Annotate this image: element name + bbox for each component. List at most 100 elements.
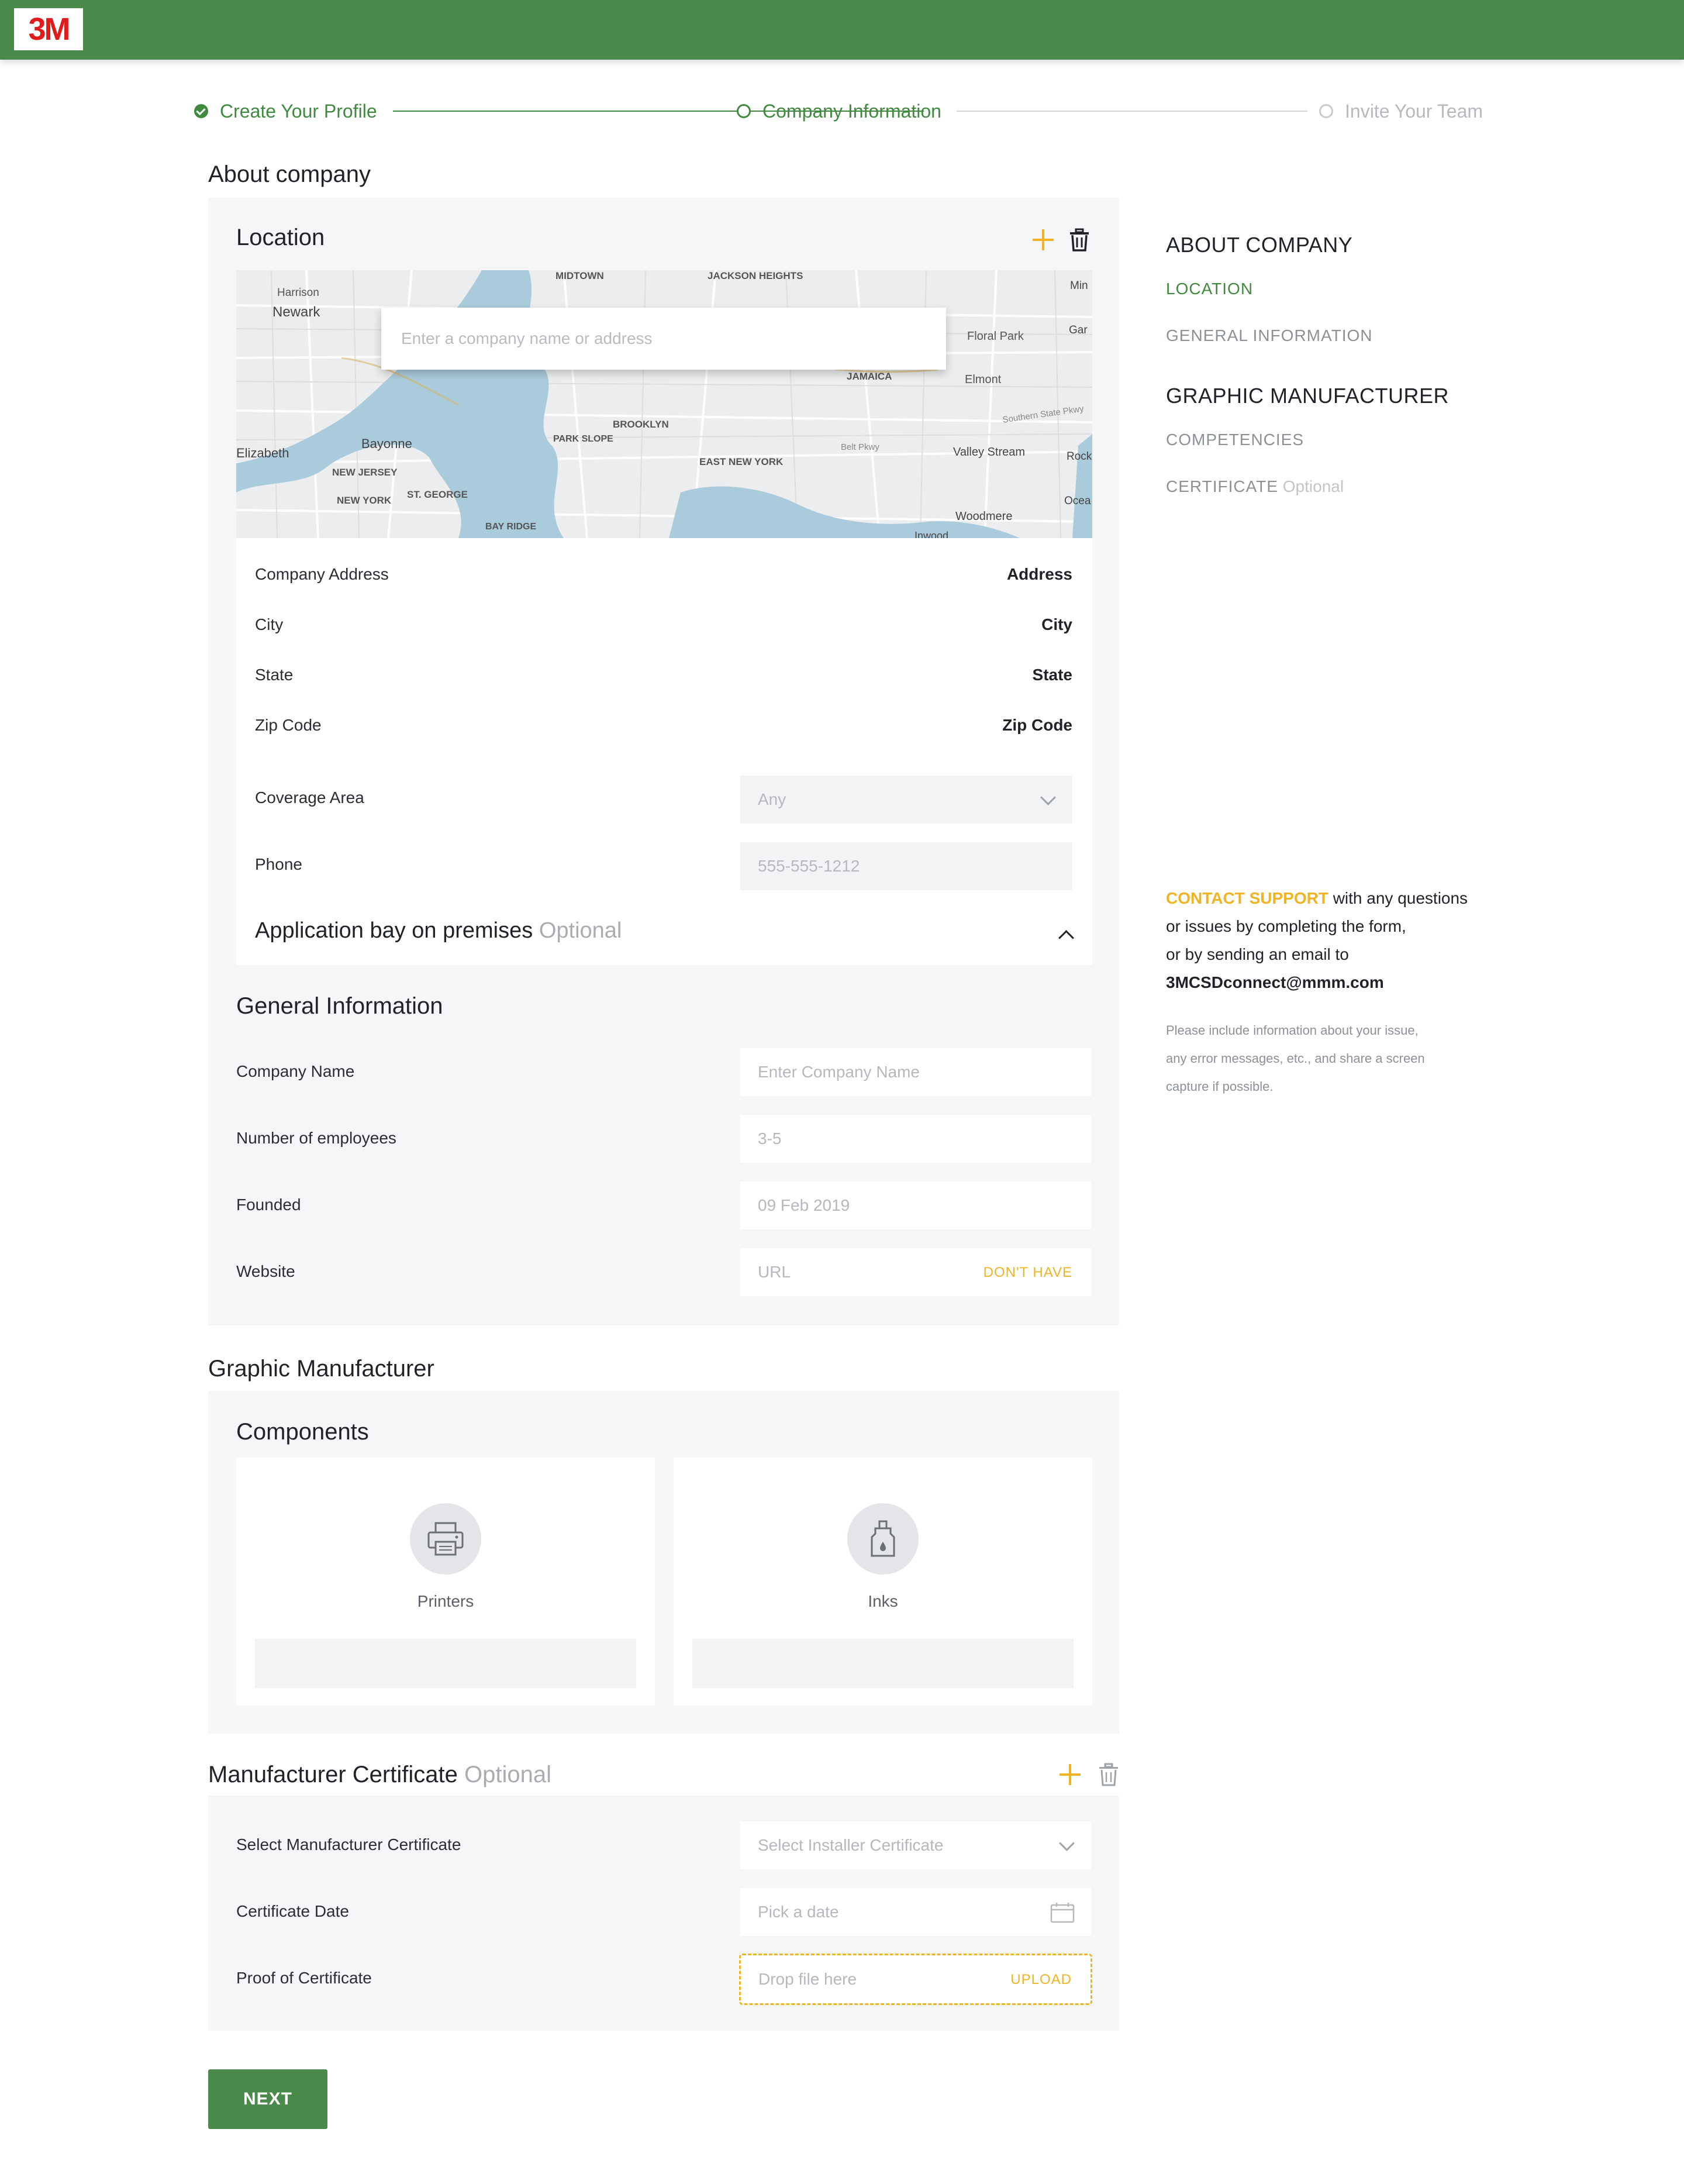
map-label: Bayonne (361, 436, 412, 451)
step-label: Invite Your Team (1345, 100, 1483, 122)
printers-selector[interactable] (255, 1639, 636, 1688)
phone-input[interactable]: 555-555-1212 (740, 842, 1072, 890)
map-label: JACKSON HEIGHTS (708, 270, 803, 281)
select-certificate-label: Select Manufacturer Certificate (236, 1835, 461, 1854)
address-card (236, 538, 1092, 965)
add-certificate-plus-icon[interactable] (1058, 1763, 1082, 1786)
printers-label: Printers (417, 1592, 474, 1610)
step-company-information[interactable]: Company Information (737, 97, 941, 126)
circle-icon (737, 104, 751, 118)
3m-logo[interactable]: 3M (14, 8, 83, 50)
support-text: with any questions (1328, 889, 1468, 907)
chevron-down-icon (1040, 790, 1056, 805)
support-block: CONTACT SUPPORT with any questions or is… (1166, 884, 1528, 997)
map-label: Elmont (965, 373, 1002, 386)
application-bay-toggle[interactable]: Application bay on premises Optional (255, 918, 622, 943)
ink-bottle-icon (847, 1503, 919, 1575)
sidebar-item-certificate[interactable]: CERTIFICATE Optional (1166, 477, 1344, 496)
sidebar-certificate-label: CERTIFICATE (1166, 477, 1278, 495)
manufacturer-certificate-heading: Manufacturer Certificate Optional (208, 1762, 551, 1788)
note-line-1: Please include information about your is… (1166, 1023, 1419, 1038)
trash-icon[interactable] (1069, 228, 1090, 252)
application-bay-label: Application bay on premises (255, 918, 533, 943)
note-line-3: capture if possible. (1166, 1079, 1274, 1094)
inks-selector[interactable] (692, 1639, 1074, 1688)
add-location-plus-icon[interactable] (1031, 228, 1055, 252)
location-title: Location (236, 225, 325, 250)
map-label: NEW YORK (337, 495, 392, 506)
state-value: State (1032, 666, 1072, 684)
coverage-area-value: Any (758, 790, 786, 808)
coverage-area-select[interactable]: Any (740, 776, 1072, 824)
next-button[interactable]: NEXT (208, 2069, 327, 2129)
city-value: City (1041, 615, 1072, 633)
zip-code-label: Zip Code (255, 716, 322, 734)
sidebar-item-competencies[interactable]: COMPETENCIES (1166, 430, 1304, 449)
support-line-3: or by sending an email to (1166, 945, 1349, 963)
map-label: Ocea (1064, 495, 1091, 507)
calendar-icon[interactable] (1050, 1902, 1075, 1923)
employees-label: Number of employees (236, 1129, 396, 1147)
optional-tag: Optional (539, 918, 622, 943)
top-bar: 3M (0, 0, 1684, 60)
certificate-select-placeholder: Select Installer Certificate (758, 1836, 944, 1854)
map-label: Floral Park (967, 330, 1024, 343)
website-input[interactable]: URL DON'T HAVE (740, 1248, 1091, 1296)
progress-stepper: Create Your Profile Company Information … (194, 97, 1492, 126)
map-label: Harrison (277, 287, 319, 299)
company-name-label: Company Name (236, 1062, 355, 1080)
employees-input[interactable]: 3-5 (740, 1115, 1091, 1163)
circle-icon (1319, 104, 1333, 118)
city-label: City (255, 615, 284, 633)
optional-tag: Optional (464, 1762, 551, 1787)
note-line-2: any error messages, etc., and share a sc… (1166, 1051, 1425, 1066)
sidebar-graphic-manufacturer[interactable]: GRAPHIC MANUFACTURER (1166, 384, 1449, 408)
certificate-date-label: Certificate Date (236, 1902, 349, 1920)
map-label: Rock (1067, 450, 1092, 463)
map-label: BROOKLYN (613, 419, 669, 430)
certificate-date-input[interactable]: Pick a date (740, 1888, 1091, 1936)
company-address-value: Address (1006, 565, 1072, 583)
map-label: MIDTOWN (555, 270, 604, 281)
sidebar-item-location[interactable]: LOCATION (1166, 280, 1253, 298)
components-title: Components (236, 1419, 369, 1445)
certificate-select[interactable]: Select Installer Certificate (740, 1821, 1091, 1869)
trash-icon[interactable] (1098, 1763, 1119, 1786)
map-label: Woodmere (955, 510, 1013, 523)
about-company-heading: About company (208, 161, 371, 187)
certificate-title: Manufacturer Certificate (208, 1762, 458, 1787)
contact-support-link[interactable]: CONTACT SUPPORT (1166, 889, 1328, 907)
company-name-input[interactable]: Enter Company Name (740, 1048, 1091, 1096)
dont-have-link[interactable]: DON'T HAVE (984, 1265, 1072, 1281)
map-label: Min (1070, 280, 1088, 292)
zip-code-value: Zip Code (1002, 716, 1072, 734)
website-placeholder: URL (758, 1263, 791, 1281)
step-invite-team[interactable]: Invite Your Team (1319, 97, 1483, 126)
coverage-area-label: Coverage Area (255, 788, 364, 807)
dropzone-placeholder: Drop file here (758, 1970, 857, 1988)
upload-button[interactable]: UPLOAD (1010, 1972, 1072, 1988)
map-label: Newark (272, 304, 320, 320)
sidebar-about-company[interactable]: ABOUT COMPANY (1166, 233, 1352, 257)
support-email-link[interactable]: 3MCSDconnect@mmm.com (1166, 969, 1528, 997)
step-create-profile[interactable]: Create Your Profile (194, 97, 377, 126)
website-label: Website (236, 1262, 295, 1280)
stepper-line-pending (957, 111, 1307, 112)
printer-icon (410, 1503, 481, 1575)
general-information-title: General Information (236, 993, 443, 1019)
company-address-label: Company Address (255, 565, 389, 583)
certificate-dropzone[interactable]: Drop file here UPLOAD (739, 1954, 1092, 2005)
founded-label: Founded (236, 1196, 301, 1214)
map-label: Elizabeth (236, 446, 289, 460)
inks-label: Inks (868, 1592, 898, 1610)
map-search-input[interactable]: Enter a company name or address (381, 308, 946, 370)
map-label: NEW JERSEY (332, 467, 398, 478)
map-label: ST. GEORGE (407, 489, 468, 500)
step-label: Company Information (762, 100, 941, 122)
founded-input[interactable]: 09 Feb 2019 (740, 1181, 1091, 1229)
sidebar-item-general-information[interactable]: GENERAL INFORMATION (1166, 326, 1372, 345)
map-label: BAY RIDGE (485, 522, 537, 532)
state-label: State (255, 666, 294, 684)
certificate-date-placeholder: Pick a date (758, 1903, 839, 1921)
map-label: Valley Stream (953, 446, 1026, 459)
